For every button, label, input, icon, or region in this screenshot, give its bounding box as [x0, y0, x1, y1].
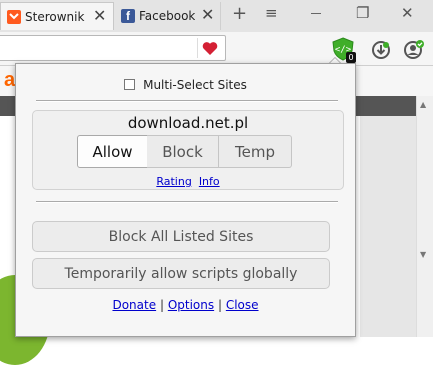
- footer-separator: |: [159, 298, 164, 312]
- site-links: Rating Info: [33, 175, 343, 188]
- tab-title: Facebook: [139, 9, 196, 23]
- facebook-favicon: f: [121, 9, 135, 23]
- multi-select-row[interactable]: Multi-Select Sites: [16, 78, 355, 92]
- page-sidebar: [360, 116, 416, 337]
- window-restore-button[interactable]: ❐: [356, 4, 369, 22]
- site-panel: download.net.pl Allow Block Temp Rating …: [32, 110, 344, 190]
- donate-link[interactable]: Donate: [112, 298, 156, 312]
- multi-select-checkbox[interactable]: [124, 79, 136, 90]
- info-link[interactable]: Info: [199, 175, 220, 188]
- page-scrollbar[interactable]: [416, 96, 433, 337]
- temp-button[interactable]: Temp: [219, 135, 292, 168]
- tab-close-icon[interactable]: ✕: [201, 5, 214, 24]
- multi-select-label: Multi-Select Sites: [143, 78, 247, 92]
- new-tab-button[interactable]: +: [232, 3, 247, 24]
- heart-icon[interactable]: [197, 38, 222, 58]
- divider: [36, 100, 338, 102]
- noscript-count-badge: 0: [346, 52, 356, 63]
- tab-list-button[interactable]: ≡: [265, 4, 278, 22]
- divider: [36, 201, 338, 203]
- account-icon[interactable]: [403, 40, 424, 60]
- tab-strip: Sterowniki ✕ f Facebook ✕ + ≡ ❐ ✕: [0, 0, 433, 32]
- download-icon[interactable]: [371, 40, 391, 60]
- block-button[interactable]: Block: [147, 135, 219, 168]
- tab-title: Sterowniki: [25, 10, 85, 24]
- tab-close-icon[interactable]: ✕: [93, 6, 106, 25]
- options-link[interactable]: Options: [168, 298, 214, 312]
- sterowniki-favicon: [7, 10, 21, 24]
- url-bar[interactable]: [0, 35, 226, 61]
- footer-separator: |: [217, 298, 222, 312]
- window-close-button[interactable]: ✕: [401, 4, 414, 22]
- popup-footer: Donate | Options | Close: [16, 298, 355, 312]
- site-logo: a: [4, 69, 16, 91]
- navigation-bar: </> 0: [0, 32, 433, 66]
- scroll-down-arrow-icon[interactable]: ▼: [420, 250, 426, 259]
- close-link[interactable]: Close: [226, 298, 259, 312]
- site-name: download.net.pl: [127, 114, 249, 132]
- window-minimize-button[interactable]: [311, 13, 321, 14]
- temporarily-allow-globally-button[interactable]: Temporarily allow scripts globally: [32, 258, 330, 289]
- allow-button[interactable]: Allow: [77, 135, 148, 168]
- rating-link[interactable]: Rating: [156, 175, 191, 188]
- noscript-popup: Multi-Select Sites download.net.pl Allow…: [15, 63, 356, 337]
- tab-facebook[interactable]: f Facebook ✕: [115, 2, 221, 30]
- tab-sterowniki[interactable]: Sterowniki ✕: [0, 2, 114, 30]
- block-all-button[interactable]: Block All Listed Sites: [32, 221, 330, 252]
- scroll-up-arrow-icon[interactable]: ▲: [420, 100, 426, 109]
